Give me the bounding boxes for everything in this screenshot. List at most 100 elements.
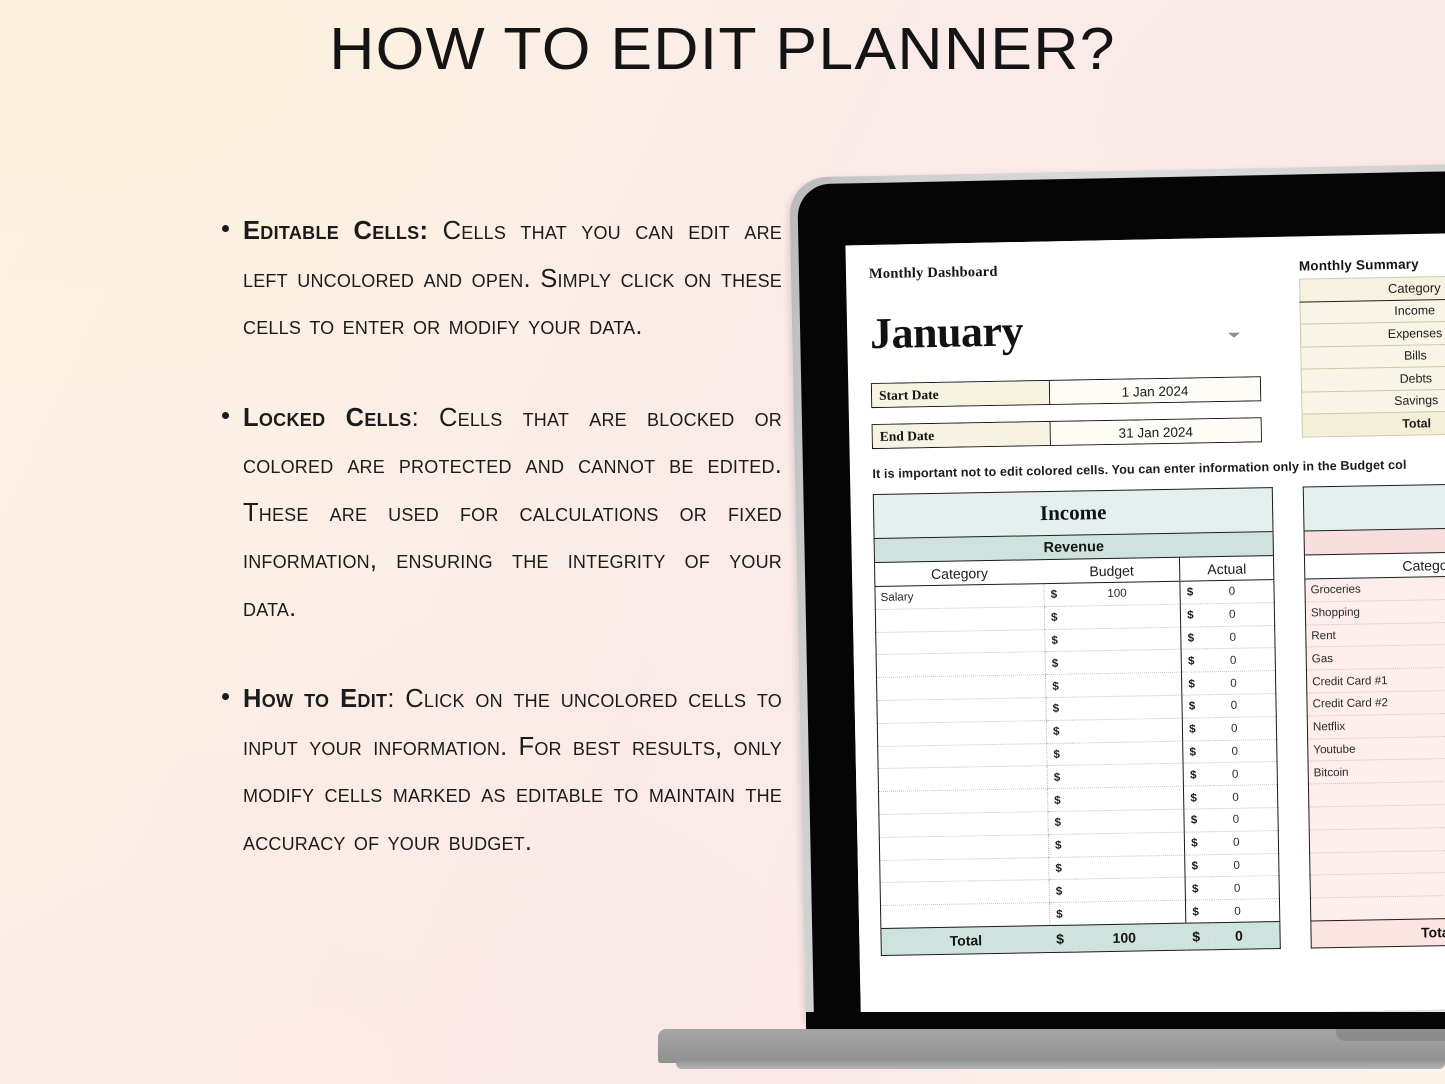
month-name: January xyxy=(869,306,1024,359)
summary-category: Savings xyxy=(1301,387,1445,415)
needs-cell-category[interactable]: Netflix xyxy=(1307,711,1445,739)
income-cell-budget-currency: $ xyxy=(1048,833,1075,858)
income-cell-budget[interactable] xyxy=(1072,717,1183,743)
income-cell-budget-currency: $ xyxy=(1047,788,1074,812)
income-cell-category[interactable] xyxy=(878,765,1048,792)
month-selector[interactable]: January xyxy=(870,304,1259,367)
income-cell-category[interactable] xyxy=(879,834,1049,861)
bullet-lead: Editable Cells: xyxy=(243,217,429,245)
income-cell-category[interactable] xyxy=(875,606,1045,633)
income-cell-budget[interactable] xyxy=(1075,877,1186,903)
bullet-dot-icon xyxy=(222,411,229,419)
table-header-row: Category Bud xyxy=(1299,274,1445,302)
monthly-summary-label: Monthly Summary xyxy=(1298,256,1420,274)
income-cell-budget[interactable] xyxy=(1073,809,1185,834)
income-col-category: Category xyxy=(874,559,1044,587)
income-cell-category[interactable] xyxy=(877,720,1047,747)
start-date-value[interactable]: 1 Jan 2024 xyxy=(1049,377,1261,404)
income-cell-budget[interactable] xyxy=(1070,626,1182,652)
income-cell-budget[interactable] xyxy=(1075,900,1187,926)
needs-cell-category[interactable] xyxy=(1308,779,1445,807)
income-cell-actual: 0 xyxy=(1210,830,1279,855)
needs-cell-category[interactable]: Credit Card #1 xyxy=(1306,665,1445,694)
income-cell-category[interactable] xyxy=(880,902,1050,929)
income-cell-category[interactable] xyxy=(878,788,1048,815)
income-cell-category[interactable] xyxy=(876,697,1047,724)
income-cell-budget-currency: $ xyxy=(1049,879,1076,903)
income-title: Income xyxy=(873,487,1274,539)
income-title-row: Income xyxy=(873,487,1274,539)
needs-cell-category[interactable]: Groceries xyxy=(1304,574,1445,602)
income-cell-actual-currency: $ xyxy=(1181,671,1209,696)
needs-cell-category[interactable] xyxy=(1310,870,1445,899)
needs-cell-category[interactable]: Bitcoin xyxy=(1308,756,1445,785)
income-cell-actual-currency: $ xyxy=(1180,603,1207,627)
income-cell-budget[interactable] xyxy=(1073,763,1184,789)
instructions-list: Editable Cells: Cells that you can edit … xyxy=(222,208,782,866)
income-cell-budget[interactable] xyxy=(1071,695,1183,720)
income-cell-actual-currency: $ xyxy=(1182,694,1209,718)
income-cell-actual: 0 xyxy=(1207,670,1276,695)
income-cell-category[interactable] xyxy=(878,811,1049,838)
summary-category: Bills xyxy=(1300,342,1445,370)
income-cell-budget[interactable] xyxy=(1073,786,1185,812)
table-row: Bills $ xyxy=(1300,341,1445,370)
income-cell-actual: 0 xyxy=(1209,784,1278,809)
income-cell-actual: 0 xyxy=(1209,761,1278,786)
income-cell-category[interactable]: Salary xyxy=(874,583,1045,610)
income-cell-category[interactable] xyxy=(876,651,1046,678)
summary-category: Expenses xyxy=(1300,320,1445,347)
income-cell-actual-currency: $ xyxy=(1185,877,1212,901)
income-cell-actual-currency: $ xyxy=(1184,808,1211,832)
income-total-actual-currency: $ xyxy=(1186,922,1213,951)
income-cell-actual: 0 xyxy=(1208,693,1277,718)
income-cell-actual-currency: $ xyxy=(1185,899,1213,924)
income-cell-budget[interactable] xyxy=(1074,831,1185,857)
income-cell-budget-currency: $ xyxy=(1047,765,1074,789)
income-cell-budget[interactable] xyxy=(1074,854,1186,880)
needs-cell-category[interactable] xyxy=(1310,893,1445,921)
income-cell-category[interactable] xyxy=(875,629,1046,655)
income-cell-category[interactable] xyxy=(876,674,1046,701)
income-cell-budget-currency: $ xyxy=(1046,742,1074,766)
bullet-dot-icon xyxy=(222,225,229,232)
income-total-actual: 0 xyxy=(1212,921,1281,950)
income-cell-category[interactable] xyxy=(879,857,1050,883)
income-table: Income Revenue Category Budget Actual Sa… xyxy=(872,487,1281,956)
needs-total-label: Total xyxy=(1310,916,1445,948)
income-cell-actual-currency: $ xyxy=(1182,740,1210,764)
start-date-label: Start Date xyxy=(871,380,1051,408)
bullet-body: : Cells that are blocked or colored are … xyxy=(243,403,782,622)
needs-cell-category[interactable]: Youtube xyxy=(1307,734,1445,762)
needs-cell-category[interactable]: Rent xyxy=(1305,620,1445,648)
income-cell-budget-currency: $ xyxy=(1047,811,1075,835)
needs-cell-category[interactable]: Credit Card #2 xyxy=(1306,688,1445,716)
needs-cell-category[interactable] xyxy=(1308,802,1445,830)
laptop-mockup: Monthly Dashboard January Start Date 1 J… xyxy=(789,163,1445,1023)
summary-category: Debts xyxy=(1301,365,1445,392)
bullet-text: How to Edit: Click on the uncolored cell… xyxy=(243,676,782,866)
table-row: Expenses $ xyxy=(1300,319,1445,347)
needs-cell-category[interactable]: Gas xyxy=(1306,643,1445,671)
end-date-value[interactable]: 31 Jan 2024 xyxy=(1050,418,1261,445)
income-cell-category[interactable] xyxy=(880,879,1050,906)
income-cell-budget[interactable] xyxy=(1072,740,1184,766)
needs-cell-category[interactable] xyxy=(1309,848,1445,876)
needs-cell-category[interactable]: Shopping xyxy=(1305,597,1445,625)
income-cell-actual-currency: $ xyxy=(1181,649,1208,673)
chevron-down-icon[interactable] xyxy=(1228,332,1241,338)
income-cell-budget[interactable] xyxy=(1070,604,1181,629)
end-date-label: End Date xyxy=(872,421,1051,449)
income-cell-actual-currency: $ xyxy=(1180,626,1208,650)
income-cell-budget[interactable] xyxy=(1071,672,1183,698)
income-cell-category[interactable] xyxy=(877,743,1048,769)
summary-total-label: Total xyxy=(1301,410,1445,437)
income-cell-budget[interactable]: 100 xyxy=(1069,581,1181,606)
needs-subtitle-row: Nee xyxy=(1304,525,1445,556)
income-cell-budget[interactable] xyxy=(1071,649,1182,675)
needs-cell-category[interactable] xyxy=(1309,825,1445,853)
income-cell-actual: 0 xyxy=(1210,853,1280,878)
income-cell-actual: 0 xyxy=(1207,647,1276,672)
bullet-lead: Locked Cells xyxy=(243,403,412,432)
income-cell-actual: 0 xyxy=(1210,807,1279,832)
